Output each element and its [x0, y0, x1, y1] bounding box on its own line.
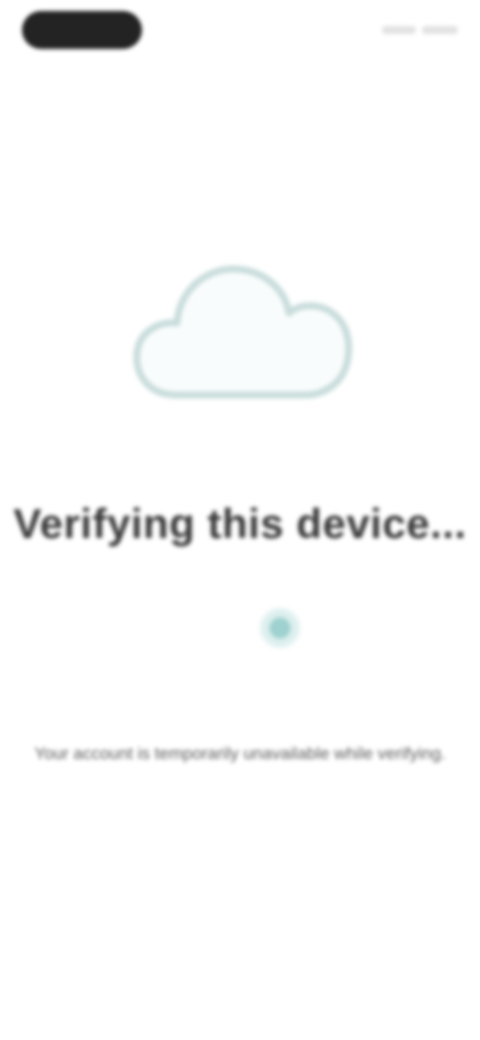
battery-indicator [422, 26, 458, 34]
page-title: Verifying this device... [13, 500, 467, 547]
verification-screen: Verifying this device... Your account is… [0, 0, 480, 1040]
signal-indicator [382, 26, 416, 34]
status-bar-indicators [368, 22, 458, 38]
status-message: Your account is temporarily unavailable … [34, 744, 446, 763]
cloud-icon [125, 255, 360, 415]
loading-spinner [258, 606, 302, 650]
status-bar-pill [22, 11, 142, 49]
